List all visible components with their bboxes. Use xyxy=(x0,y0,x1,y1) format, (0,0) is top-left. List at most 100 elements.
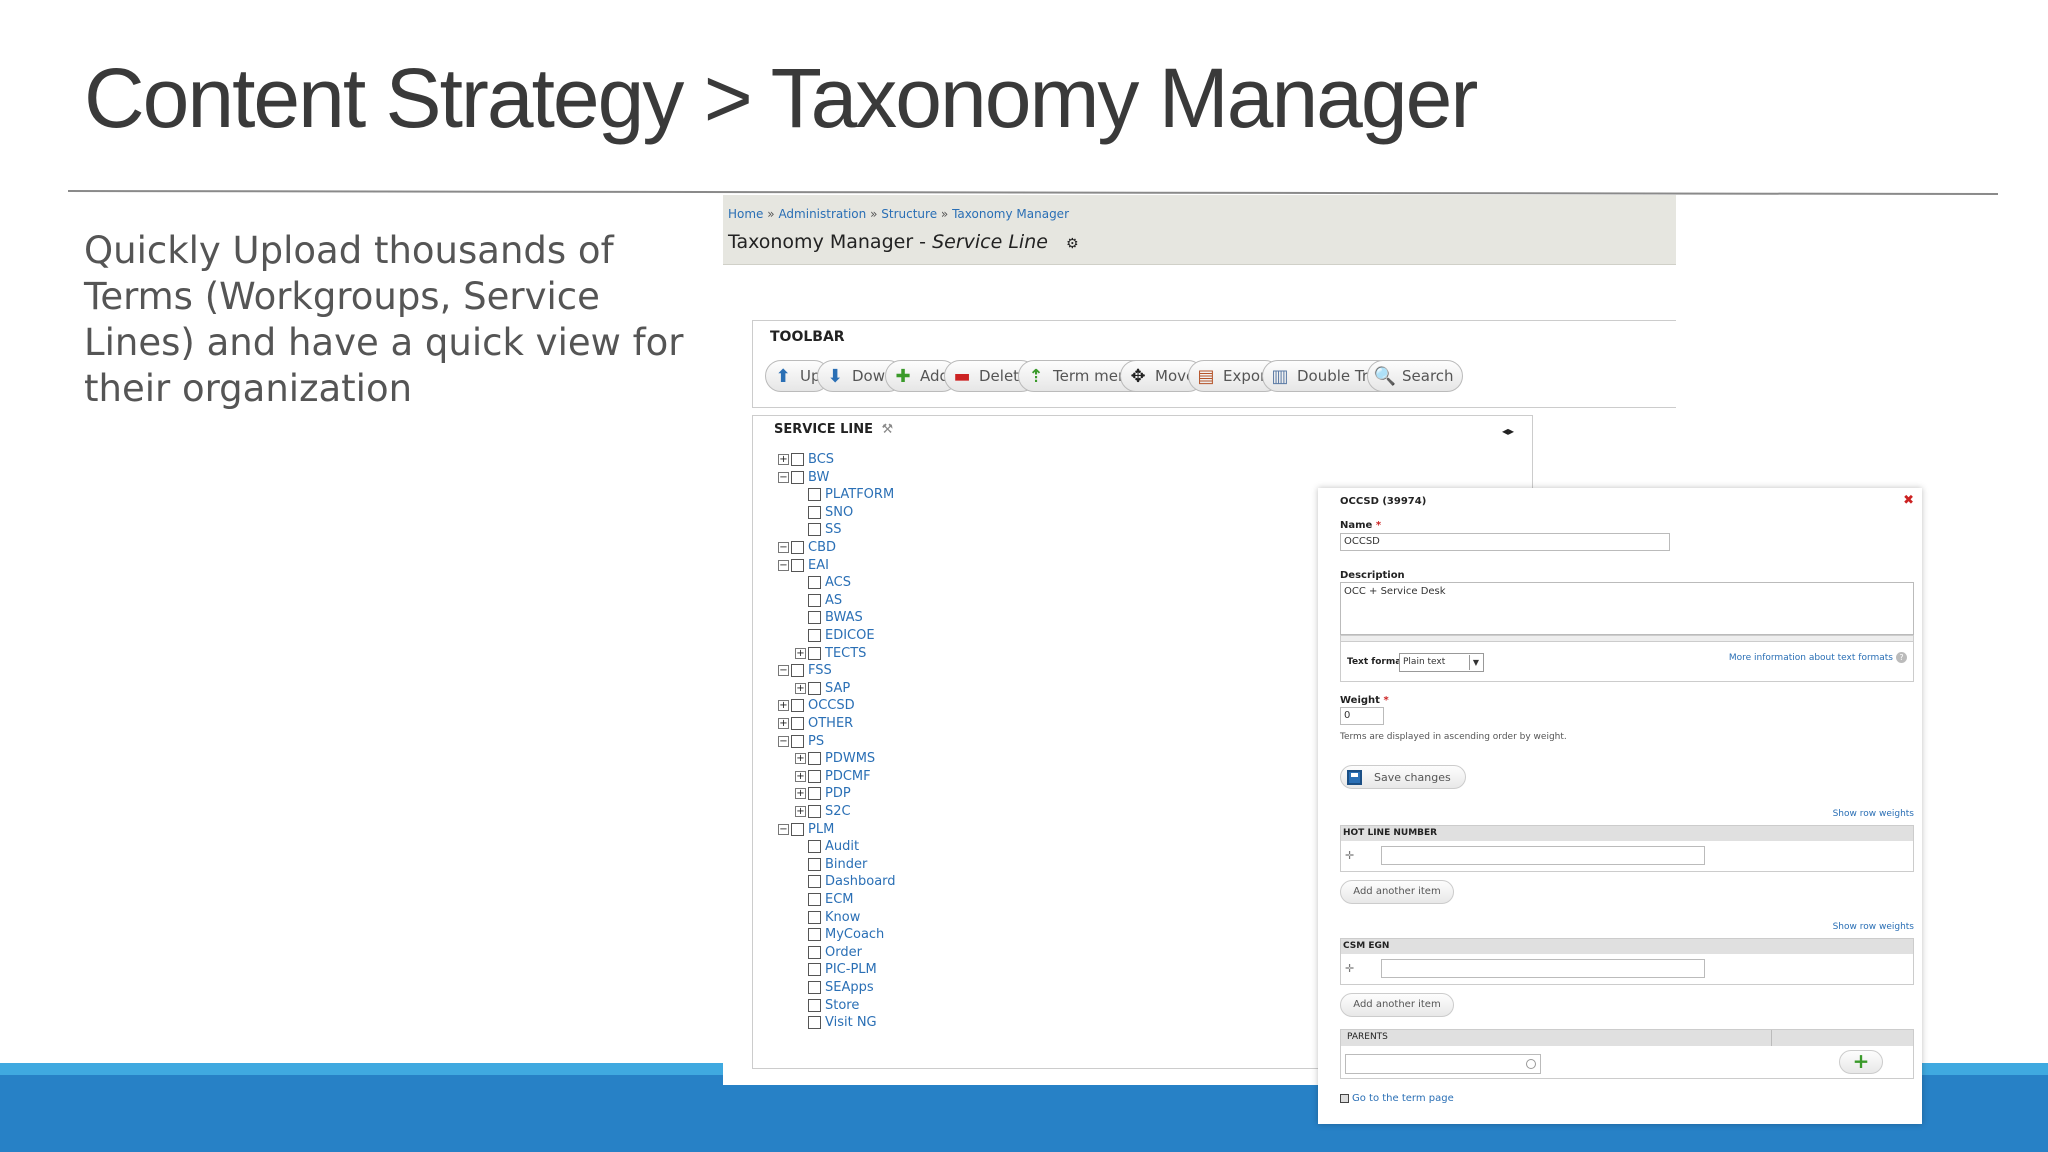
collapse-icon[interactable]: − xyxy=(778,665,789,677)
save-changes-button[interactable]: Save changes xyxy=(1340,765,1466,789)
tree-item[interactable]: BWAS xyxy=(795,609,863,626)
tree-item[interactable]: PLATFORM xyxy=(795,486,894,503)
text-format-select[interactable]: Plain text ▼ xyxy=(1399,653,1484,672)
tree-item-checkbox[interactable] xyxy=(808,840,821,854)
tree-item-checkbox[interactable] xyxy=(808,910,821,924)
add-another-item-button[interactable]: Add another item xyxy=(1340,993,1454,1017)
tree-item-checkbox[interactable] xyxy=(808,752,821,766)
tree-item-label[interactable]: ECM xyxy=(825,892,854,907)
tree-item-label[interactable]: Dashboard xyxy=(825,874,896,889)
tree-item-label[interactable]: PLATFORM xyxy=(825,487,894,502)
tree-item-checkbox[interactable] xyxy=(808,787,821,801)
tree-item-checkbox[interactable] xyxy=(808,505,821,519)
show-row-weights-link[interactable]: Show row weights xyxy=(1833,809,1914,819)
tree-item-label[interactable]: S2C xyxy=(825,804,851,819)
expand-icon[interactable]: + xyxy=(778,700,789,712)
tree-item-checkbox[interactable] xyxy=(791,717,804,730)
tree-item-label[interactable]: AS xyxy=(825,593,842,608)
tree-item[interactable]: ECM xyxy=(795,891,854,908)
tree-item-label[interactable]: PIC-PLM xyxy=(825,962,877,977)
tree-item[interactable]: + PDP xyxy=(795,785,851,802)
tree-item-checkbox[interactable] xyxy=(808,998,821,1012)
expand-icon[interactable]: + xyxy=(795,682,806,694)
expand-icon[interactable]: + xyxy=(795,806,806,817)
tree-item[interactable]: + PDCMF xyxy=(795,768,871,785)
tree-item-checkbox[interactable] xyxy=(808,1016,821,1030)
tree-item-checkbox[interactable] xyxy=(808,981,821,994)
tree-item[interactable]: PIC-PLM xyxy=(795,961,877,978)
tree-item-label[interactable]: BW xyxy=(808,470,829,485)
tree-item-checkbox[interactable] xyxy=(791,541,804,554)
tree-item-checkbox[interactable] xyxy=(808,576,821,590)
expand-icon[interactable]: + xyxy=(795,753,806,765)
tree-item-checkbox[interactable] xyxy=(808,893,821,906)
tree-item[interactable]: − FSS xyxy=(778,662,832,679)
tree-item[interactable]: + TECTS xyxy=(795,645,866,662)
expand-icon[interactable]: + xyxy=(795,647,806,659)
collapse-icon[interactable]: − xyxy=(778,471,789,483)
tree-item-label[interactable]: Order xyxy=(825,945,862,960)
tree-item[interactable]: MyCoach xyxy=(795,926,884,943)
tree-item[interactable]: + OTHER xyxy=(778,715,853,732)
tree-item-checkbox[interactable] xyxy=(808,646,821,660)
tree-item[interactable]: Binder xyxy=(795,856,867,873)
tree-item-label[interactable]: SS xyxy=(825,522,842,537)
weight-field[interactable]: 0 xyxy=(1340,707,1384,725)
tree-item-checkbox[interactable] xyxy=(791,453,804,466)
tree-item-label[interactable]: Visit NG xyxy=(825,1015,877,1030)
tree-item-checkbox[interactable] xyxy=(808,769,821,783)
tree-item[interactable]: + BCS xyxy=(778,451,834,468)
tree-item[interactable]: + OCCSD xyxy=(778,697,855,714)
tree-item[interactable]: SS xyxy=(795,521,842,538)
tree-item-label[interactable]: PDCMF xyxy=(825,769,871,784)
tree-item-label[interactable]: EAI xyxy=(808,558,829,573)
tree-item[interactable]: Visit NG xyxy=(795,1014,877,1031)
tree-item-label[interactable]: EDICOE xyxy=(825,628,875,643)
tree-item[interactable]: + S2C xyxy=(795,803,851,820)
tree-item-checkbox[interactable] xyxy=(808,928,821,942)
tree-item-checkbox[interactable] xyxy=(808,611,821,625)
tree-item[interactable]: ACS xyxy=(795,574,851,591)
tree-item-checkbox[interactable] xyxy=(791,558,804,572)
tree-item-checkbox[interactable] xyxy=(791,734,804,748)
tree-item-label[interactable]: PDP xyxy=(825,786,851,801)
tree-item[interactable]: − BW xyxy=(778,469,829,486)
tree-item-label[interactable]: Store xyxy=(825,998,859,1013)
tree-item-label[interactable]: PDWMS xyxy=(825,751,875,766)
tree-item-label[interactable]: OCCSD xyxy=(808,698,855,713)
tree-item[interactable]: − PLM xyxy=(778,821,834,838)
tree-item[interactable]: SEApps xyxy=(795,979,874,996)
add-parent-button[interactable]: + xyxy=(1839,1050,1883,1074)
tree-item-checkbox[interactable] xyxy=(808,629,821,642)
drag-handle-icon[interactable]: ✛ xyxy=(1345,962,1354,975)
description-field[interactable]: OCC + Service Desk xyxy=(1340,582,1914,635)
tree-item-checkbox[interactable] xyxy=(808,963,821,977)
tree-item[interactable]: − CBD xyxy=(778,539,836,556)
tree-item[interactable]: Order xyxy=(795,944,862,961)
tree-item-checkbox[interactable] xyxy=(808,945,821,959)
tree-item-checkbox[interactable] xyxy=(808,857,821,871)
go-to-term-page-link[interactable]: Go to the term page xyxy=(1340,1093,1454,1104)
tree-item[interactable]: + PDWMS xyxy=(795,750,875,767)
tree-item-label[interactable]: Binder xyxy=(825,857,867,872)
tree-item-label[interactable]: TECTS xyxy=(825,646,866,661)
breadcrumb-structure[interactable]: Structure xyxy=(881,207,937,221)
collapse-icon[interactable]: − xyxy=(778,735,789,747)
name-field[interactable]: OCCSD xyxy=(1340,533,1670,551)
tree-item-label[interactable]: Audit xyxy=(825,839,859,854)
tree-item-label[interactable]: PS xyxy=(808,734,824,749)
tree-item[interactable]: EDICOE xyxy=(795,627,875,644)
tree-item-label[interactable]: BWAS xyxy=(825,610,863,625)
tree-item-checkbox[interactable] xyxy=(791,470,804,484)
add-another-item-button[interactable]: Add another item xyxy=(1340,880,1454,904)
breadcrumb-taxonomy-manager[interactable]: Taxonomy Manager xyxy=(952,207,1069,221)
tree-item-checkbox[interactable] xyxy=(808,805,821,818)
tree-item[interactable]: + SAP xyxy=(795,680,850,697)
tree-item-label[interactable]: CBD xyxy=(808,540,836,555)
tree-item[interactable]: Know xyxy=(795,909,860,926)
expand-icon[interactable]: + xyxy=(795,770,806,782)
tree-item[interactable]: − PS xyxy=(778,733,824,750)
tree-item-checkbox[interactable] xyxy=(808,593,821,607)
tree-item[interactable]: − EAI xyxy=(778,557,829,574)
collapse-icon[interactable]: − xyxy=(778,559,789,571)
